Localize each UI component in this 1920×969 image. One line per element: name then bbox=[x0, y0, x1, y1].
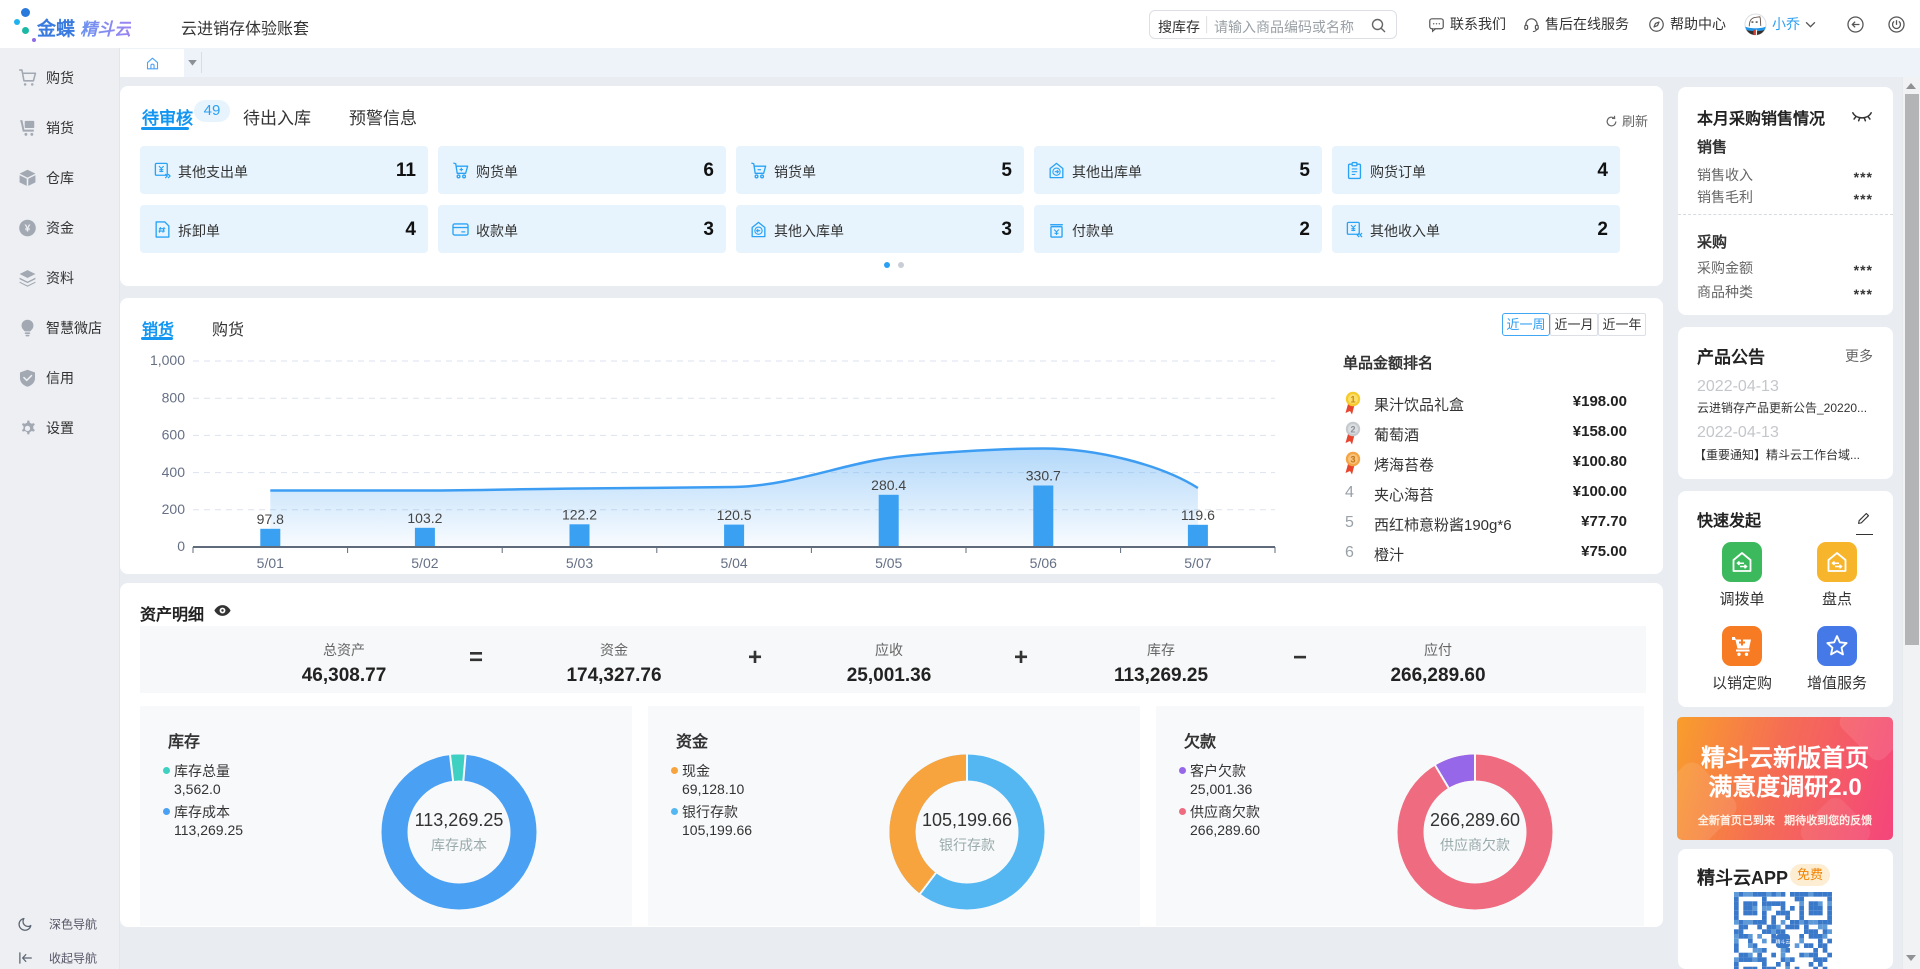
svg-text:1,000: 1,000 bbox=[150, 352, 185, 368]
svg-text:119.6: 119.6 bbox=[1181, 507, 1215, 523]
svg-text:5/05: 5/05 bbox=[875, 555, 902, 571]
svg-text:330.7: 330.7 bbox=[1026, 468, 1061, 484]
svg-text:200: 200 bbox=[162, 501, 186, 517]
svg-text:精斗云: 精斗云 bbox=[1775, 939, 1790, 946]
svg-text:5/07: 5/07 bbox=[1184, 555, 1211, 571]
svg-text:5/03: 5/03 bbox=[566, 555, 593, 571]
svg-text:5/01: 5/01 bbox=[257, 555, 284, 571]
svg-text:0: 0 bbox=[177, 538, 185, 554]
svg-text:¥: ¥ bbox=[25, 224, 31, 235]
svg-text:1: 1 bbox=[1350, 394, 1355, 404]
svg-text:3: 3 bbox=[1350, 454, 1355, 464]
svg-text:97.8: 97.8 bbox=[257, 511, 284, 527]
svg-text:5/04: 5/04 bbox=[720, 555, 747, 571]
svg-text:103.2: 103.2 bbox=[407, 510, 442, 526]
svg-text:600: 600 bbox=[162, 427, 186, 443]
svg-text:5/02: 5/02 bbox=[411, 555, 438, 571]
svg-text:800: 800 bbox=[162, 389, 186, 405]
svg-text:400: 400 bbox=[162, 464, 186, 480]
svg-text:122.2: 122.2 bbox=[562, 507, 597, 523]
svg-text:280.4: 280.4 bbox=[871, 477, 906, 493]
svg-text:2: 2 bbox=[1350, 424, 1355, 434]
svg-text:120.5: 120.5 bbox=[717, 507, 752, 523]
svg-text:5/06: 5/06 bbox=[1030, 555, 1057, 571]
